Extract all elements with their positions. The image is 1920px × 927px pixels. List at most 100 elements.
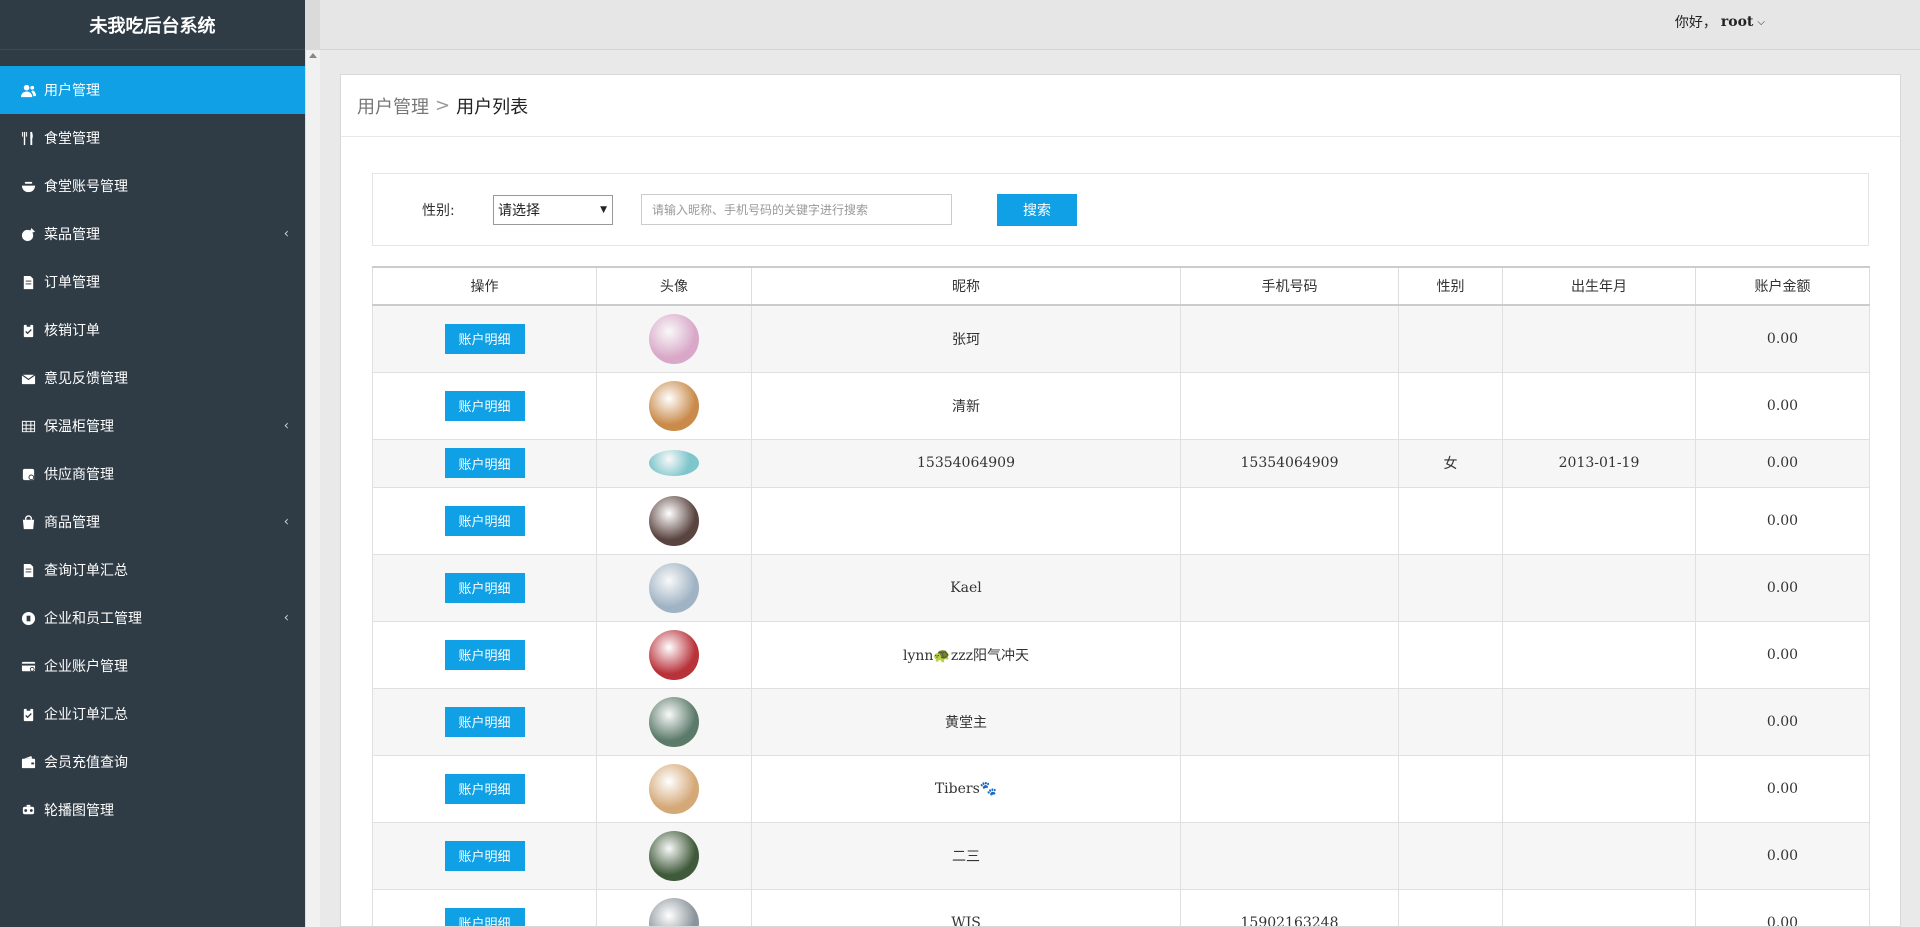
sidebar-item[interactable]: 意见反馈管理 — [0, 354, 305, 402]
avatar — [649, 897, 699, 926]
card-icon — [20, 658, 36, 674]
dish-icon — [20, 226, 36, 242]
account-detail-button[interactable]: 账户明细 — [444, 639, 525, 670]
gender-cell — [1398, 888, 1503, 926]
sidebar-item-label: 食堂账号管理 — [44, 179, 128, 195]
company-icon — [20, 610, 36, 626]
sidebar-item[interactable]: 菜品管理 ‹ — [0, 210, 305, 258]
phone-cell — [1180, 821, 1399, 890]
gender-cell — [1398, 486, 1503, 555]
avatar — [649, 450, 699, 476]
sidebar-item[interactable]: 食堂账号管理 — [0, 162, 305, 210]
sidebar-scrollbar[interactable] — [305, 50, 320, 927]
column-header-action: 操作 — [372, 266, 597, 306]
action-cell: 账户明细 — [372, 438, 597, 488]
avatar-cell — [596, 821, 752, 890]
breadcrumb-current: 用户列表 — [456, 96, 529, 118]
balance-cell: 0.00 — [1695, 371, 1870, 440]
account-detail-button[interactable]: 账户明细 — [444, 448, 525, 478]
balance-cell: 0.00 — [1695, 754, 1870, 823]
avatar — [649, 495, 699, 546]
sidebar-item-label: 保温柜管理 — [44, 419, 114, 435]
table-row: 账户明细 Kael 0.00 — [372, 553, 1870, 622]
gender-filter-label: 性别: — [422, 203, 455, 219]
scroll-up-arrow-icon[interactable] — [309, 53, 317, 58]
gender-cell — [1398, 620, 1503, 689]
sidebar-item[interactable]: 商品管理 ‹ — [0, 498, 305, 546]
gender-cell — [1398, 687, 1503, 756]
username[interactable]: root — [1721, 14, 1754, 30]
avatar-cell — [596, 438, 752, 488]
column-header-gender: 性别 — [1398, 266, 1503, 306]
chevron-left-icon: ‹ — [283, 610, 289, 626]
chevron-down-icon[interactable]: ⌵ — [1757, 17, 1765, 28]
sidebar-item-label: 轮播图管理 — [44, 803, 114, 819]
sidebar-item[interactable]: 用户管理 — [0, 66, 305, 114]
sidebar-item[interactable]: 轮播图管理 — [0, 786, 305, 834]
gender-cell: 女 — [1398, 438, 1503, 488]
app-title: 未我吃后台系统 — [0, 0, 305, 50]
chevron-left-icon: ‹ — [283, 226, 289, 242]
sidebar-item[interactable]: 会员充值查询 — [0, 738, 305, 786]
sidebar-item-label: 用户管理 — [44, 83, 100, 99]
gender-cell — [1398, 304, 1503, 373]
table-row: 账户明细 WJS 15902163248 0.00 — [372, 888, 1870, 926]
account-detail-button[interactable]: 账户明细 — [444, 907, 525, 926]
table-row: 账户明细 15354064909 15354064909 女 2013-01-19 0.0… — [372, 438, 1870, 488]
birth-cell — [1502, 620, 1696, 689]
breadcrumb-parent[interactable]: 用户管理 — [357, 93, 429, 119]
sidebar-item[interactable]: 保温柜管理 ‹ — [0, 402, 305, 450]
phone-cell — [1180, 371, 1399, 440]
search-button[interactable]: 搜索 — [997, 194, 1077, 226]
account-detail-button[interactable]: 账户明细 — [444, 773, 525, 804]
user-menu[interactable]: 你好， root ⌵ — [1675, 12, 1765, 32]
action-cell: 账户明细 — [372, 620, 597, 689]
sidebar-menu: 用户管理 食堂管理 食堂账号管理 菜品管理 ‹ 订单管理 核销订单 意见反馈管理 保温柜管理 ‹ 供… — [0, 66, 305, 834]
sidebar-item[interactable]: 企业和员工管理 ‹ — [0, 594, 305, 642]
account-detail-button[interactable]: 账户明细 — [444, 572, 525, 603]
search-bar: 性别: 请选择 ▼ 搜索 — [372, 173, 1869, 246]
users-icon — [20, 82, 36, 98]
sidebar-item[interactable]: 企业账户管理 — [0, 642, 305, 690]
gender-cell — [1398, 821, 1503, 890]
phone-cell — [1180, 304, 1399, 373]
phone-cell — [1180, 754, 1399, 823]
sidebar-item[interactable]: 企业订单汇总 — [0, 690, 305, 738]
balance-cell: 0.00 — [1695, 304, 1870, 373]
balance-cell: 0.00 — [1695, 687, 1870, 756]
phone-cell: 15902163248 — [1180, 888, 1399, 926]
sidebar-item-label: 供应商管理 — [44, 467, 114, 483]
account-detail-button[interactable]: 账户明细 — [444, 323, 525, 354]
keyword-search-input[interactable] — [641, 194, 952, 225]
gender-cell — [1398, 553, 1503, 622]
balance-cell: 0.00 — [1695, 620, 1870, 689]
balance-cell: 0.00 — [1695, 438, 1870, 488]
sidebar-item[interactable]: 订单管理 — [0, 258, 305, 306]
column-header-nickname: 昵称 — [751, 266, 1181, 306]
account-detail-button[interactable]: 账户明细 — [444, 390, 525, 421]
supplier-icon — [20, 466, 36, 482]
account-detail-button[interactable]: 账户明细 — [444, 706, 525, 737]
sidebar-item-label: 商品管理 — [44, 515, 100, 531]
account-detail-button[interactable]: 账户明细 — [444, 505, 525, 536]
action-cell: 账户明细 — [372, 304, 597, 373]
sidebar-item-label: 企业和员工管理 — [44, 611, 142, 627]
sidebar-item[interactable]: 查询订单汇总 — [0, 546, 305, 594]
avatar — [649, 562, 699, 613]
table-row: 账户明细 二三 0.00 — [372, 821, 1870, 890]
sidebar-item-label: 查询订单汇总 — [44, 563, 128, 579]
bag-icon — [20, 514, 36, 530]
utensils-icon — [20, 130, 36, 146]
nickname-cell: Kael — [751, 553, 1181, 622]
breadcrumb-separator: > — [435, 95, 451, 116]
action-cell: 账户明细 — [372, 553, 597, 622]
gender-select[interactable]: 请选择 ▼ — [493, 195, 613, 225]
balance-cell: 0.00 — [1695, 553, 1870, 622]
content-panel: 用户管理 > 用户列表 性别: 请选择 ▼ 搜索 操作 头像 昵称 手机号码 性 — [340, 74, 1901, 927]
account-detail-button[interactable]: 账户明细 — [444, 840, 525, 871]
sidebar-item[interactable]: 核销订单 — [0, 306, 305, 354]
birth-cell: 2013-01-19 — [1502, 438, 1696, 488]
sidebar-item[interactable]: 食堂管理 — [0, 114, 305, 162]
sidebar-item[interactable]: 供应商管理 — [0, 450, 305, 498]
sidebar-item-label: 核销订单 — [44, 323, 100, 339]
